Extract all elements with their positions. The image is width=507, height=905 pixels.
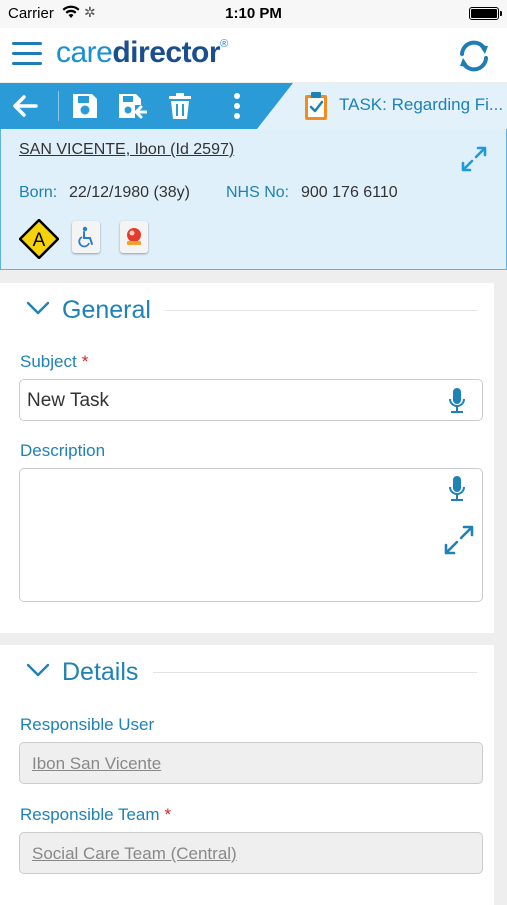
alert-letter: A [33, 230, 46, 251]
save-and-close-icon[interactable] [117, 91, 148, 121]
expand-icon[interactable] [443, 524, 475, 556]
task-title: TASK: Regarding Fi... [339, 95, 504, 114]
responsible-team-lookup[interactable]: Social Care Team (Central) [19, 832, 483, 874]
responsible-team-label: Responsible Team * [20, 805, 171, 825]
hamburger-icon[interactable] [12, 42, 44, 66]
subject-value: New Task [27, 390, 110, 411]
delete-icon[interactable] [165, 91, 195, 121]
details-section: Details Responsible User Ibon San Vicent… [0, 645, 494, 905]
patient-banner: SAN VICENTE, Ibon (Id 2597) Born: 22/12/… [0, 129, 507, 270]
responsible-team-label-text: Responsible Team [20, 805, 160, 824]
general-section-title: General [62, 296, 151, 324]
clock: 1:10 PM [225, 5, 282, 22]
logo-registered-mark: ® [220, 38, 228, 50]
clipboard-task-icon [304, 91, 328, 121]
app-header: caredirector® [0, 28, 507, 82]
chevron-down-icon [26, 301, 50, 320]
safeguarding-icon[interactable] [120, 221, 148, 253]
subject-label: Subject * [20, 352, 88, 372]
born-label: Born: [19, 184, 58, 201]
general-section: General Subject * New Task Description [0, 283, 494, 633]
nhs-label: NHS No: [226, 184, 290, 201]
subject-label-text: Subject [20, 352, 77, 371]
required-marker: * [164, 805, 172, 824]
responsible-user-lookup[interactable]: Ibon San Vicente [19, 742, 483, 784]
microphone-icon[interactable] [447, 387, 467, 415]
allergy-alert-icon[interactable]: A [18, 218, 60, 260]
save-icon[interactable] [70, 91, 100, 121]
back-arrow-icon[interactable] [10, 91, 40, 121]
toolbar-divider [58, 91, 59, 121]
required-marker: * [81, 352, 89, 371]
app-logo: caredirector® [56, 36, 228, 70]
battery-icon [469, 7, 502, 20]
status-bar: Carrier ✲ 1:10 PM [0, 0, 507, 28]
chevron-down-icon [26, 663, 50, 682]
description-textarea[interactable] [19, 468, 483, 602]
patient-name-link[interactable]: SAN VICENTE, Ibon (Id 2597) [19, 141, 234, 159]
section-divider [165, 310, 477, 311]
more-vertical-icon[interactable] [222, 91, 252, 121]
details-section-title: Details [62, 658, 139, 686]
details-section-toggle[interactable]: Details [26, 658, 138, 687]
general-section-toggle[interactable]: General [26, 296, 151, 325]
wheelchair-icon[interactable] [72, 221, 100, 253]
sync-icon[interactable] [455, 37, 493, 75]
section-divider [153, 672, 477, 673]
logo-text-bold: director [112, 36, 221, 69]
nhs-value: 900 176 6110 [301, 184, 398, 201]
record-toolbar: TASK: Regarding Fi... [0, 83, 507, 129]
subject-input[interactable]: New Task [19, 379, 483, 421]
logo-text-light: care [56, 36, 113, 69]
microphone-icon[interactable] [447, 475, 467, 503]
responsible-team-link[interactable]: Social Care Team (Central) [32, 844, 237, 864]
responsible-user-link[interactable]: Ibon San Vicente [32, 754, 161, 774]
born-value: 22/12/1980 (38y) [69, 184, 190, 201]
responsible-user-label: Responsible User [20, 715, 155, 734]
task-tab[interactable]: TASK: Regarding Fi... [257, 83, 507, 129]
expand-icon[interactable] [460, 145, 488, 173]
description-label: Description [20, 441, 106, 460]
